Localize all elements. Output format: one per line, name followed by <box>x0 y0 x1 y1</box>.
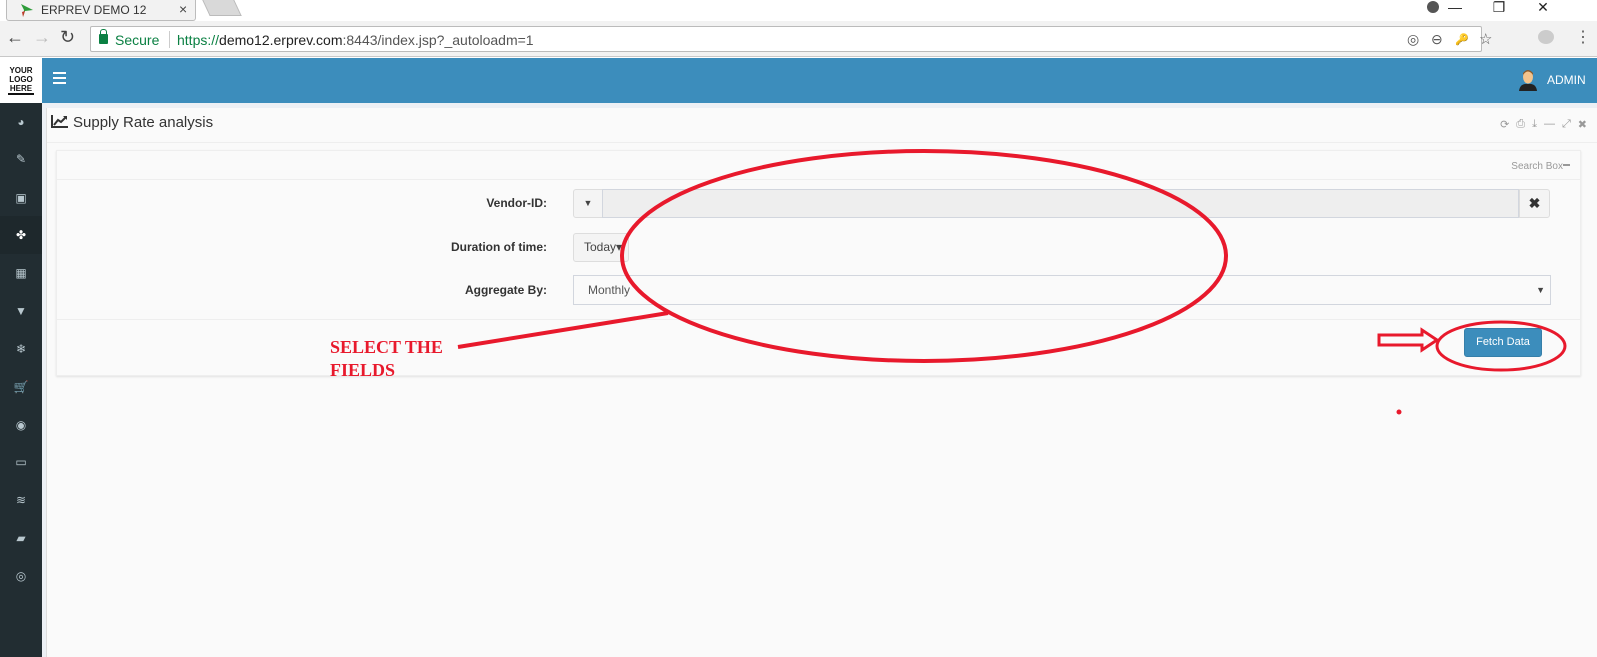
logo-line: HERE <box>8 84 34 95</box>
line-chart-icon <box>51 115 68 128</box>
zoom-out-icon[interactable]: ⊖ <box>1431 31 1443 48</box>
sidebar-item-ticket[interactable]: ✎ <box>0 140 42 178</box>
duration-value: Today <box>584 240 617 254</box>
logo-line: LOGO <box>9 75 33 84</box>
annotation-line: SELECT THE <box>330 337 443 357</box>
location-icon[interactable]: ◎ <box>1407 31 1419 48</box>
caret-down-icon: ▼ <box>1536 285 1545 295</box>
user-avatar-icon[interactable] <box>1518 69 1538 91</box>
sidebar-item-snowflake[interactable]: ❄ <box>0 330 42 368</box>
cubes-icon: ✤ <box>15 228 27 242</box>
close-panel-icon[interactable]: ✖ <box>1578 118 1587 131</box>
address-bar[interactable]: Secure https://demo12.erprev.com:8443/in… <box>90 26 1492 52</box>
spotify-icon: ◉ <box>15 418 27 432</box>
lock-icon <box>99 29 108 44</box>
reload-icon[interactable]: ↻ <box>60 27 75 48</box>
building-icon: ▦ <box>15 266 27 280</box>
sidebar-item-trash[interactable]: ▼ <box>0 292 42 330</box>
duration-dropdown[interactable]: Today▾ <box>573 233 629 262</box>
refresh-icon[interactable]: ⟳ <box>1500 118 1509 131</box>
vendor-id-label: Vendor-ID: <box>486 196 547 210</box>
app-header: YOUR LOGO HERE ADMIN <box>0 58 1597 103</box>
main-content: Supply Rate analysis ⟳ ⎙ ⤓ — ⤢ ✖ Search … <box>42 103 1597 657</box>
trash-icon: ▼ <box>15 304 27 318</box>
sidebar-item-dashboard[interactable]: ◕ <box>0 103 42 141</box>
minimize-window-icon[interactable]: — <box>1432 0 1478 14</box>
form-divider <box>57 179 1580 180</box>
print-icon[interactable]: ⎙ <box>1516 118 1525 131</box>
duration-label: Duration of time: <box>451 240 547 254</box>
logo[interactable]: YOUR LOGO HERE <box>0 58 42 103</box>
book-icon: ▰ <box>16 531 26 545</box>
sidebar-item-cart[interactable]: 🛒 <box>0 368 42 406</box>
logo-line: YOUR <box>9 66 33 75</box>
form-divider <box>57 319 1580 320</box>
search-box-title: Search Box <box>1511 161 1563 172</box>
url-path: :8443/index.jsp?_autoloadm=1 <box>342 32 534 48</box>
sidebar-item-building[interactable]: ▦ <box>0 254 42 292</box>
annotation-line: FIELDS <box>330 360 396 380</box>
extension-icon[interactable] <box>1538 30 1554 44</box>
fetch-data-button[interactable]: Fetch Data <box>1464 328 1542 357</box>
annotation-label: SELECT THE FIELDS <box>330 336 470 382</box>
aggregate-value: Monthly <box>588 283 631 297</box>
star-icon[interactable]: ☆ <box>1479 30 1492 48</box>
cart-icon: 🛒 <box>13 380 29 394</box>
user-name[interactable]: ADMIN <box>1547 73 1586 87</box>
snowflake-icon: ❄ <box>15 342 27 356</box>
browser-tab[interactable]: ERPREV DEMO 12 × <box>6 0 196 21</box>
ticket-icon: ✎ <box>15 152 27 166</box>
life-ring-icon: ◎ <box>15 569 27 583</box>
desktop-icon: ▭ <box>15 455 27 469</box>
vendor-id-input[interactable] <box>602 189 1519 218</box>
tab-title: ERPREV DEMO 12 <box>41 3 147 17</box>
address-separator <box>169 31 170 48</box>
url-text[interactable]: https://demo12.erprev.com:8443/index.jsp… <box>177 32 534 48</box>
key-icon[interactable]: 🔑 <box>1455 33 1469 46</box>
title-divider <box>47 142 1597 143</box>
secure-label: Secure <box>115 32 160 48</box>
panel-title: Supply Rate analysis <box>51 114 213 131</box>
sidebar-item-database[interactable]: ≋ <box>0 481 42 519</box>
sidebar-item-cubes[interactable]: ✤ <box>0 216 42 254</box>
panel-title-text: Supply Rate analysis <box>73 114 214 131</box>
url-host: demo12.erprev.com <box>219 32 343 48</box>
browser-tab-strip: ERPREV DEMO 12 × — ❐ ✕ <box>0 0 1597 21</box>
sidebar-item-desktop[interactable]: ▭ <box>0 443 42 481</box>
vendor-dropdown-button[interactable]: ▼ <box>573 189 603 218</box>
panel-tools: ⟳ ⎙ ⤓ — ⤢ ✖ <box>1500 118 1587 131</box>
aggregate-label: Aggregate By: <box>464 283 547 297</box>
sidebar-item-spotify[interactable]: ◉ <box>0 406 42 444</box>
minimize-panel-icon[interactable]: — <box>1544 118 1555 131</box>
new-tab-button[interactable] <box>202 0 242 16</box>
sidebar-item-money[interactable]: ▣ <box>0 179 42 217</box>
dashboard-icon: ◕ <box>17 115 25 129</box>
tab-close-icon[interactable]: × <box>179 1 187 17</box>
erprev-favicon-icon <box>21 4 33 17</box>
restore-window-icon[interactable]: ❐ <box>1476 0 1522 14</box>
back-arrow-icon[interactable]: ← <box>6 27 24 48</box>
close-window-icon[interactable]: ✕ <box>1520 0 1566 14</box>
collapse-icon[interactable] <box>1563 164 1570 166</box>
search-box-header: Search Box <box>1511 161 1570 172</box>
supply-rate-panel: Supply Rate analysis ⟳ ⎙ ⤓ — ⤢ ✖ Search … <box>46 108 1597 657</box>
hamburger-menu-icon[interactable] <box>53 72 66 87</box>
money-icon: ▣ <box>15 191 27 205</box>
sidebar: ◕ ✎ ▣ ✤ ▦ ▼ ❄ 🛒 ◉ ▭ ≋ ▰ ◎ <box>0 103 42 657</box>
browser-toolbar: ← → ↻ Secure https://demo12.erprev.com:8… <box>0 21 1597 57</box>
search-box: Search Box Vendor-ID: ▼ ✖ Duration of ti… <box>56 150 1581 376</box>
forward-arrow-icon[interactable]: → <box>33 27 51 48</box>
expand-icon[interactable]: ⤢ <box>1562 118 1571 131</box>
browser-menu-icon[interactable]: ⋮ <box>1575 27 1591 47</box>
database-icon: ≋ <box>15 493 27 507</box>
url-scheme: https:// <box>177 32 220 48</box>
vendor-clear-button[interactable]: ✖ <box>1519 189 1550 218</box>
sidebar-item-life-ring[interactable]: ◎ <box>0 557 42 595</box>
download-icon[interactable]: ⤓ <box>1532 118 1537 131</box>
aggregate-by-select[interactable]: Monthly ▼ <box>573 275 1551 305</box>
caret-down-icon: ▾ <box>616 240 623 254</box>
sidebar-item-book[interactable]: ▰ <box>0 519 42 557</box>
